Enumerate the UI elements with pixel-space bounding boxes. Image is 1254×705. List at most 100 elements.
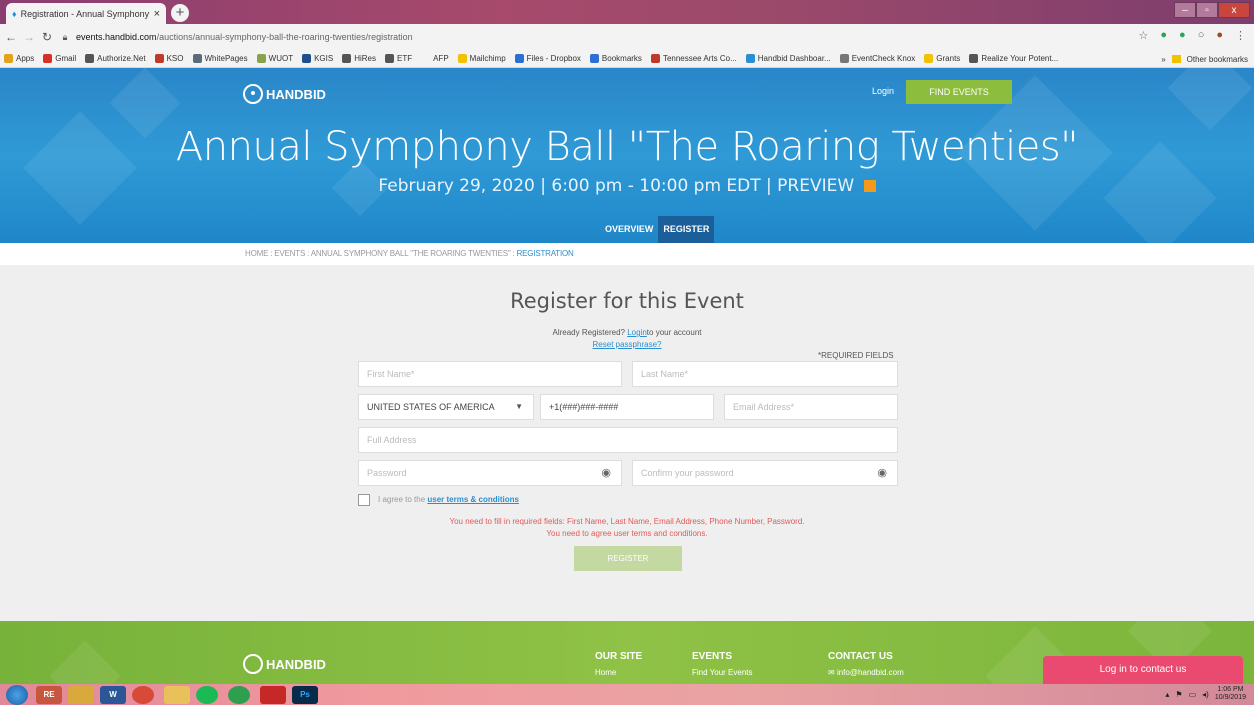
bookmark-item[interactable]: Bookmarks [589, 54, 642, 63]
bookmark-icon [924, 54, 934, 63]
star-icon[interactable]: ☆ [1139, 29, 1149, 42]
start-button-icon[interactable] [6, 685, 28, 705]
bookmark-item[interactable]: AFP [421, 54, 449, 63]
tab-register[interactable]: REGISTER [658, 216, 715, 243]
agree-checkbox[interactable] [358, 494, 370, 506]
menu-dots-icon[interactable]: ⋮ [1235, 29, 1246, 42]
taskbar-hangouts-icon[interactable] [228, 686, 250, 704]
address-field[interactable]: Full Address [358, 427, 898, 453]
extension-icon[interactable]: ○ [1198, 29, 1205, 42]
taskbar-word-icon[interactable]: W [100, 686, 126, 704]
register-button[interactable]: REGISTER [574, 546, 682, 571]
footer-find-events-link[interactable]: Find Your Events [692, 668, 752, 677]
system-tray: ▴ ⚑ ▭ ◂) 1:06 PM 10/9/2019 [1165, 686, 1246, 702]
footer-email-link[interactable]: ✉ info@handbid.com [828, 668, 904, 677]
taskbar-acrobat-icon[interactable] [260, 686, 286, 704]
tray-network-icon[interactable]: ▭ [1189, 690, 1197, 699]
first-name-field[interactable]: First Name* [358, 361, 622, 387]
country-select[interactable]: UNITED STATES OF AMERICA ▼ [358, 394, 534, 420]
bookmark-icon [43, 54, 53, 63]
bookmark-item[interactable]: KSO [154, 54, 184, 63]
confirm-password-field[interactable]: Confirm your password ◉ [632, 460, 898, 486]
bookmark-label: Realize Your Potent... [981, 54, 1059, 63]
bookmark-item[interactable]: Tennessee Arts Co... [650, 54, 737, 63]
bookmark-item[interactable]: Mailchimp [457, 54, 506, 63]
bookmark-label: Grants [936, 54, 961, 63]
bookmarks-more-icon[interactable]: » [1161, 55, 1165, 64]
breadcrumb-path[interactable]: HOME : EVENTS : ANNUAL SYMPHONY BALL "TH… [245, 249, 517, 258]
taskbar-folder-icon[interactable] [164, 686, 190, 704]
email-field[interactable]: Email Address* [724, 394, 898, 420]
bookmark-item[interactable]: Files - Dropbox [514, 54, 581, 63]
eye-icon[interactable]: ◉ [877, 461, 887, 485]
footer-home-link[interactable]: Home [595, 668, 616, 677]
new-tab-button[interactable]: + [171, 4, 189, 22]
bookmark-item[interactable]: Grants [924, 54, 960, 63]
bookmark-item[interactable]: Gmail [43, 54, 76, 63]
phone-field[interactable]: +1(###)###-#### [540, 394, 714, 420]
minimize-button[interactable]: – [1174, 2, 1196, 18]
eye-icon[interactable]: ◉ [601, 461, 611, 485]
clock-date: 10/9/2019 [1214, 694, 1246, 701]
favicon-icon: ♦ [12, 8, 17, 19]
back-arrow-icon[interactable]: ← [4, 30, 18, 44]
last-name-field[interactable]: Last Name* [632, 361, 898, 387]
contact-us-button[interactable]: Log in to contact us [1043, 656, 1243, 684]
bookmark-item[interactable]: KGIS [302, 54, 333, 63]
event-tabs: OVERVIEW REGISTER [600, 216, 715, 243]
profile-avatar-icon[interactable]: ● [1216, 29, 1223, 42]
url-path: /auctions/annual-symphony-ball-the-roari… [156, 32, 413, 42]
reload-icon[interactable]: ↻ [40, 30, 54, 44]
taskbar-chrome-icon[interactable] [132, 686, 154, 704]
reset-passphrase-link[interactable]: Reset passphrase? [0, 340, 1254, 349]
handbid-logo[interactable]: HANDBID [243, 84, 326, 104]
password-placeholder: Password [367, 468, 407, 478]
url-field[interactable]: events.handbid.com/auctions/annual-symph… [76, 28, 1086, 46]
error-terms: You need to agree user terms and conditi… [546, 529, 708, 538]
bookmark-icon [514, 54, 524, 63]
bookmark-item[interactable]: ETF [384, 54, 412, 63]
tab-overview[interactable]: OVERVIEW [600, 216, 658, 243]
extension-icon[interactable]: ● [1179, 29, 1186, 42]
bookmark-label: Bookmarks [601, 54, 642, 63]
bookmark-item[interactable]: Authorize.Net [85, 54, 146, 63]
terms-link[interactable]: user terms & conditions [427, 495, 519, 504]
taskbar-photoshop-icon[interactable]: Ps [292, 686, 318, 704]
taskbar-explorer-icon[interactable] [68, 686, 94, 704]
tray-volume-icon[interactable]: ◂) [1202, 690, 1209, 699]
bookmark-item[interactable]: WhitePages [192, 54, 248, 63]
browser-tab[interactable]: ♦ Registration - Annual Symphony × [6, 3, 166, 24]
breadcrumb-current: REGISTRATION [516, 249, 574, 258]
other-bookmarks[interactable]: Other bookmarks [1187, 55, 1248, 64]
close-window-button[interactable]: x [1218, 2, 1250, 18]
bookmark-icon [839, 54, 849, 63]
footer-logo[interactable]: HANDBID [243, 654, 326, 674]
tray-arrow-icon[interactable]: ▴ [1165, 690, 1169, 699]
preview-square-icon [863, 180, 876, 192]
taskbar-spotify-icon[interactable] [196, 686, 218, 704]
bookmark-item[interactable]: Apps [4, 54, 34, 63]
bookmark-item[interactable]: Realize Your Potent... [969, 54, 1058, 63]
extension-icon[interactable]: ● [1160, 29, 1167, 42]
tray-flag-icon[interactable]: ⚑ [1175, 690, 1182, 699]
bookmark-label: Handbid Dashboar... [757, 54, 831, 63]
find-events-button[interactable]: FIND EVENTS [906, 80, 1012, 104]
password-field[interactable]: Password ◉ [358, 460, 622, 486]
confirm-placeholder: Confirm your password [641, 468, 734, 478]
tab-close-icon[interactable]: × [154, 8, 160, 20]
bookmark-icon [457, 54, 467, 63]
already-suffix: to your account [646, 328, 702, 337]
bookmark-item[interactable]: Handbid Dashboar... [745, 54, 831, 63]
bookmark-item[interactable]: HiRes [342, 54, 376, 63]
bookmark-item[interactable]: WUOT [256, 54, 293, 63]
forward-arrow-icon[interactable]: → [22, 30, 36, 44]
taskbar-app-re[interactable]: RE [36, 686, 62, 704]
clock[interactable]: 1:06 PM 10/9/2019 [1215, 686, 1246, 702]
bookmark-item[interactable]: EventCheck Knox [839, 54, 915, 63]
bookmark-icon [969, 54, 979, 63]
maximize-button[interactable]: ▫ [1196, 2, 1218, 18]
login-link[interactable]: Login [872, 86, 894, 96]
form-title: Register for this Event [510, 289, 744, 313]
login-account-link[interactable]: Login [627, 328, 647, 337]
bookmarks-bar: Apps Gmail Authorize.Net KSO WhitePages WUOT K… [0, 50, 1254, 68]
